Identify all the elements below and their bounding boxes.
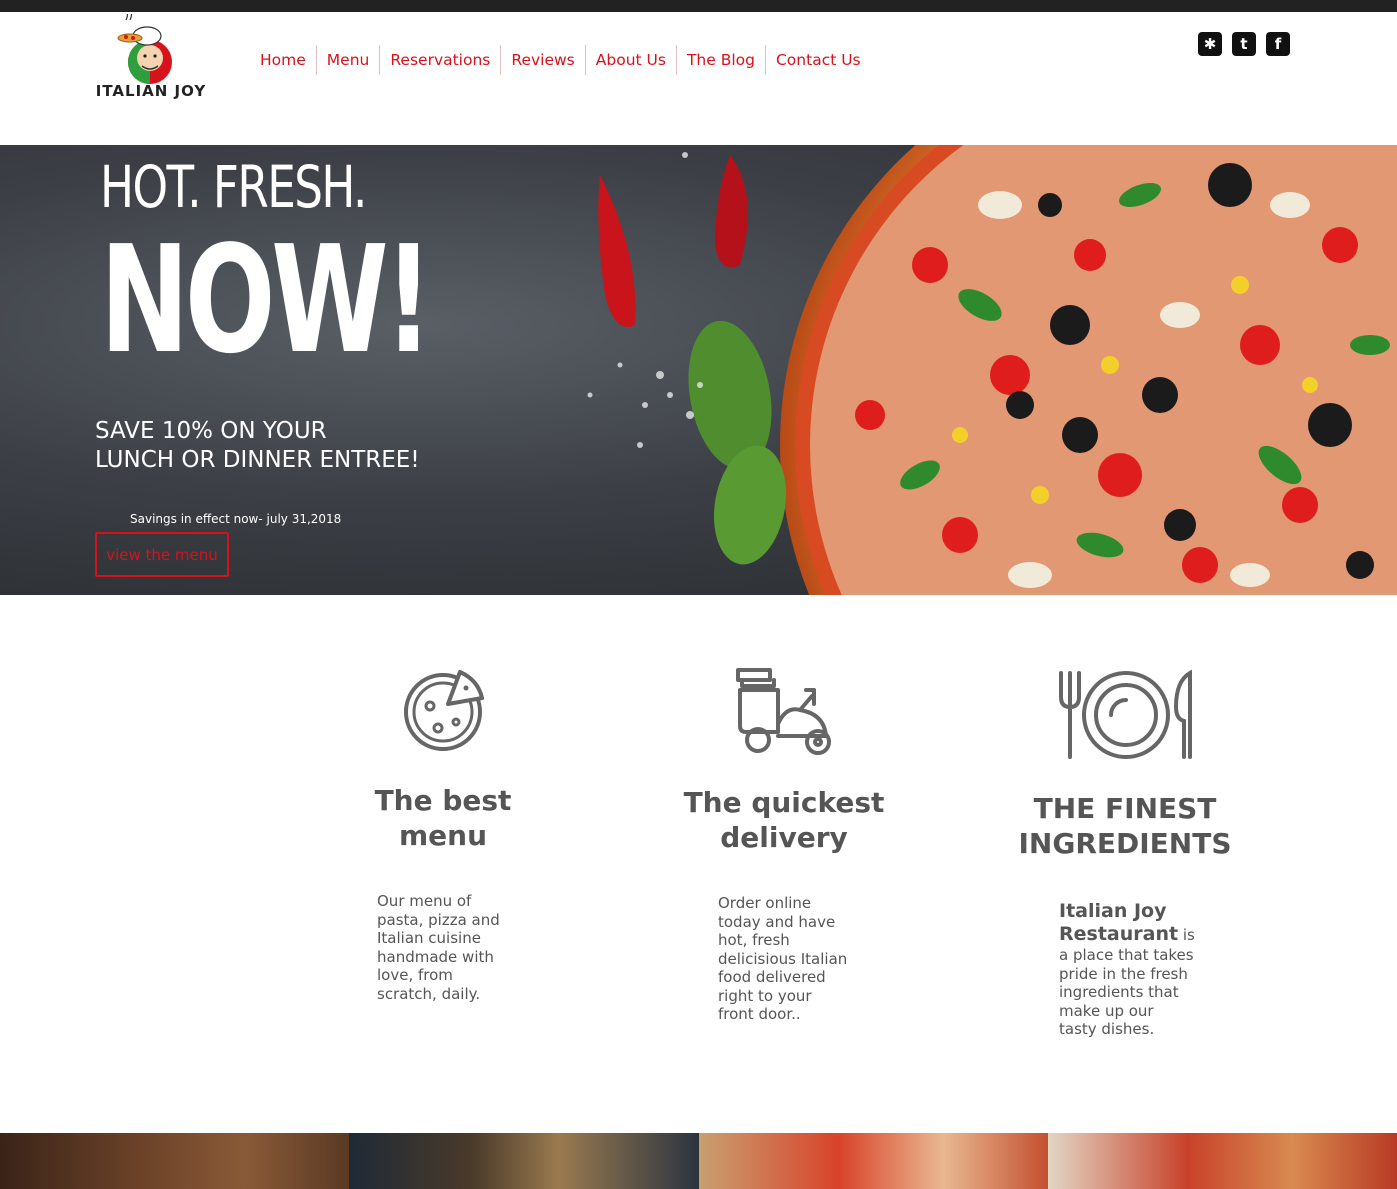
hero-offer: SAVE 10% ON YOUR LUNCH OR DINNER ENTREE! — [95, 417, 420, 475]
feature-title: THE FINEST INGREDIENTS — [1005, 791, 1245, 861]
photo-dessert — [0, 1133, 350, 1189]
photo-pizza — [1047, 1133, 1397, 1189]
photo-strip — [0, 1133, 1397, 1189]
nav-reviews[interactable]: Reviews — [500, 45, 584, 75]
nav-the-blog[interactable]: The Blog — [675, 45, 765, 75]
facebook-icon[interactable]: f — [1266, 32, 1290, 56]
hero-savings-note: Savings in effect now- july 31,2018 — [130, 512, 342, 526]
feature-title-line-2: INGREDIENTS — [1018, 827, 1232, 860]
feature-title-line-2: menu — [398, 819, 488, 852]
hero-headline-main: NOW! — [100, 214, 433, 386]
feature-desc-line: make up our — [1059, 1001, 1154, 1020]
feature-desc-line: pride in the fresh — [1059, 964, 1188, 983]
feature-title-line-2: delivery — [720, 821, 848, 854]
feature-desc-line: scratch, daily. — [377, 984, 481, 1003]
photo-ingredients — [349, 1133, 699, 1189]
feature-desc-line: food delivered — [718, 968, 826, 986]
feature-desc-line: tasty dishes. — [1059, 1020, 1155, 1038]
feature-desc-line: Our menu of — [377, 892, 472, 910]
feature-desc-line: Italian cuisine — [377, 929, 481, 947]
logo[interactable]: ITALIAN JOY — [92, 9, 210, 106]
main-nav: Home Menu Reservations Reviews About Us … — [250, 45, 871, 75]
hero-headline-top: HOT. FRESH. — [100, 153, 367, 221]
photo-bruschetta — [698, 1133, 1048, 1189]
view-menu-button[interactable]: view the menu — [95, 532, 229, 577]
logo-text: ITALIAN JOY — [95, 82, 207, 100]
delivery-scooter-icon — [736, 668, 831, 755]
feature-description: Our menu of pasta, pizza and Italian cui… — [377, 892, 527, 1003]
feature-desc-line: Order online — [718, 894, 812, 912]
feature-desc-inline: is — [1178, 926, 1195, 944]
restaurant-name-bold: Italian Joy — [1059, 900, 1167, 922]
hero-offer-line-1: SAVE 10% ON YOUR — [95, 418, 327, 444]
feature-title-line-1: THE FINEST — [1033, 792, 1217, 825]
restaurant-name-bold: Restaurant — [1059, 923, 1179, 945]
nav-home[interactable]: Home — [250, 45, 316, 75]
feature-desc-line: handmade with — [377, 947, 494, 966]
nav-contact-us[interactable]: Contact Us — [764, 45, 871, 75]
plate-cutlery-icon — [1059, 669, 1192, 759]
feature-desc-line: front door.. — [718, 1005, 801, 1023]
feature-desc-line: delicisious Italian — [718, 949, 848, 968]
feature-title: The quickest delivery — [670, 785, 898, 855]
pizza-icon — [404, 670, 484, 751]
yelp-icon[interactable]: ✱ — [1198, 32, 1222, 56]
top-bar — [0, 0, 1397, 12]
hero-offer-line-2: LUNCH OR DINNER ENTREE! — [95, 447, 420, 473]
nav-menu[interactable]: Menu — [315, 45, 380, 75]
feature-desc-line: a place that takes — [1059, 946, 1194, 964]
social-links: ✱ t f — [1198, 32, 1290, 56]
feature-description: Order online today and have hot, fresh d… — [718, 894, 878, 1024]
feature-title-line-1: The quickest — [683, 786, 885, 819]
feature-desc-line: ingredients that — [1059, 983, 1179, 1001]
feature-title: The best menu — [343, 783, 543, 853]
nav-about-us[interactable]: About Us — [584, 45, 676, 75]
site-header: ITALIAN JOY Home Menu Reservations Revie… — [0, 9, 1397, 145]
hero-banner: HOT. FRESH. NOW! SAVE 10% ON YOUR LUNCH … — [0, 145, 1397, 595]
feature-desc-line: hot, fresh — [718, 931, 790, 949]
feature-desc-line: right to your — [718, 986, 812, 1005]
feature-desc-line: today and have — [718, 912, 836, 931]
feature-desc-line: pasta, pizza and — [377, 910, 500, 929]
feature-description: Italian Joy Restaurant is a place that t… — [1059, 900, 1229, 1039]
nav-reservations[interactable]: Reservations — [379, 45, 500, 75]
feature-title-line-1: The best — [374, 784, 512, 817]
feature-desc-line: love, from — [377, 966, 453, 984]
chef-logo-icon — [117, 9, 172, 84]
twitter-icon[interactable]: t — [1232, 32, 1256, 56]
